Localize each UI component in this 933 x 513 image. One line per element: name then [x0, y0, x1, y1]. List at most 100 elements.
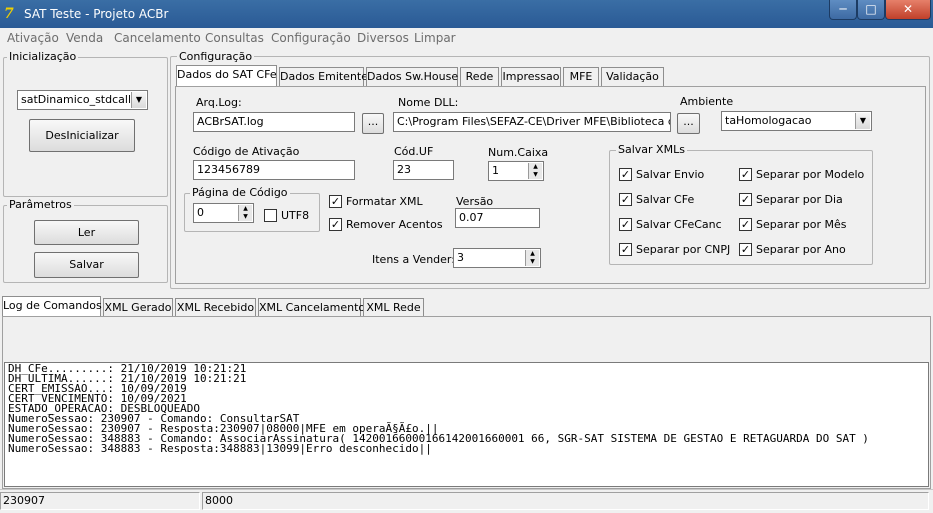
spin-arrows-icon[interactable]: ▲ ▼ [525, 250, 539, 266]
salvar-cfe-checkbox[interactable]: ✓ [619, 193, 632, 206]
minimize-button[interactable]: ─ [829, 0, 857, 20]
menu-ativacao[interactable]: Ativação [7, 31, 59, 45]
spin-arrows-icon[interactable]: ▲ ▼ [528, 163, 542, 179]
log-tabs: Log de Comandos XML Gerado XML Recebido … [2, 296, 931, 317]
pagina-codigo-value: 0 [197, 206, 204, 219]
menu-venda[interactable]: Venda [66, 31, 103, 45]
spin-arrows-icon[interactable]: ▲ ▼ [238, 205, 252, 221]
separar-ano-checkbox[interactable]: ✓ [739, 243, 752, 256]
ler-button[interactable]: Ler [34, 220, 139, 245]
arq-log-label: Arq.Log: [196, 96, 242, 109]
menu-configuracao[interactable]: Configuração [271, 31, 351, 45]
tab-impressao[interactable]: Impressao [501, 67, 561, 86]
versao-label: Versão [456, 195, 494, 208]
tab-rede[interactable]: Rede [460, 67, 499, 86]
versao-input[interactable]: 0.07 [455, 208, 540, 228]
cod-uf-label: Cód.UF [394, 145, 434, 158]
pagina-codigo-legend: Página de Código [190, 186, 290, 199]
ambiente-select[interactable]: taHomologacao ▼ [721, 111, 872, 131]
utf8-label: UTF8 [281, 209, 310, 222]
num-caixa-spinner[interactable]: 1 ▲ ▼ [488, 161, 544, 181]
configuracao-legend: Configuração [177, 50, 255, 63]
lib-select[interactable]: satDinamico_stdcall ▼ [17, 90, 148, 110]
codigo-ativacao-input[interactable]: 123456789 [193, 160, 355, 180]
checkmark-icon: ✓ [740, 243, 751, 256]
remover-acentos-checkbox[interactable]: ✓ [329, 218, 342, 231]
maximize-icon: □ [865, 2, 877, 16]
checkmark-icon: ✓ [620, 243, 631, 256]
remover-acentos-label: Remover Acentos [346, 218, 443, 231]
itens-vender-label: Itens a Vender: [372, 253, 455, 266]
menu-consultas[interactable]: Consultas [205, 31, 264, 45]
separar-mes-label: Separar por Mês [756, 218, 847, 231]
tab-mfe[interactable]: MFE [563, 67, 599, 86]
minimize-icon: ─ [839, 2, 847, 16]
separar-modelo-label: Separar por Modelo [756, 168, 865, 181]
menu-cancelamento[interactable]: Cancelamento [114, 31, 201, 45]
nome-dll-browse-button[interactable]: ... [677, 113, 700, 134]
formatar-xml-label: Formatar XML [346, 195, 423, 208]
checkmark-icon: ✓ [620, 193, 631, 206]
tab-dados-emitente[interactable]: Dados Emitente [279, 67, 368, 86]
ambiente-select-value: taHomologacao [725, 114, 812, 127]
chevron-down-icon[interactable]: ▼ [131, 92, 146, 108]
app-logo-icon[interactable]: 7 [4, 5, 22, 23]
utf8-checkbox[interactable] [264, 209, 277, 222]
tab-xml-cancelamento[interactable]: XML Cancelamento [258, 298, 365, 317]
codigo-ativacao-label: Código de Ativação [193, 145, 300, 158]
lib-select-value: satDinamico_stdcall [21, 93, 131, 106]
num-caixa-value: 1 [492, 164, 499, 177]
separar-mes-checkbox[interactable]: ✓ [739, 218, 752, 231]
menu-diversos[interactable]: Diversos [357, 31, 409, 45]
tab-xml-recebido[interactable]: XML Recebido [175, 298, 256, 317]
checkmark-icon: ✓ [740, 193, 751, 206]
tab-log-comandos[interactable]: Log de Comandos [2, 296, 102, 317]
tab-dados-sw-house[interactable]: Dados Sw.House [366, 67, 458, 86]
ambiente-label: Ambiente [680, 95, 734, 108]
salvar-cfe-label: Salvar CFe [636, 193, 695, 206]
close-icon: ✕ [902, 2, 914, 16]
checkmark-icon: ✓ [620, 168, 631, 181]
salvar-cfecanc-label: Salvar CFeCanc [636, 218, 722, 231]
formatar-xml-checkbox[interactable]: ✓ [329, 195, 342, 208]
chevron-down-icon[interactable]: ▼ [855, 113, 870, 129]
status-bar: 230907 8000 [0, 489, 933, 513]
menu-limpar[interactable]: Limpar [414, 31, 456, 45]
status-session: 230907 [0, 492, 200, 510]
num-caixa-label: Num.Caixa [488, 146, 549, 159]
parametros-legend: Parâmetros [7, 198, 74, 211]
nome-dll-label: Nome DLL: [398, 96, 459, 109]
arq-log-input[interactable]: ACBrSAT.log [193, 112, 355, 132]
tab-validacao[interactable]: Validação [601, 67, 664, 86]
tab-xml-gerado[interactable]: XML Gerado [103, 298, 173, 317]
tab-dados-sat-cfe[interactable]: Dados do SAT CFe [176, 65, 277, 86]
window-title: SAT Teste - Projeto ACBr [24, 7, 169, 21]
inicializacao-legend: Inicialização [7, 50, 79, 63]
arq-log-browse-button[interactable]: ... [362, 113, 384, 134]
desinicializar-button[interactable]: DesInicializar [29, 119, 135, 152]
separar-cnpj-checkbox[interactable]: ✓ [619, 243, 632, 256]
separar-dia-label: Separar por Dia [756, 193, 843, 206]
salvar-xmls-legend: Salvar XMLs [616, 143, 687, 156]
status-code: 8000 [202, 492, 929, 510]
log-textarea[interactable]: DH_CFe.........: 21/10/2019 10:21:21 DH_U… [4, 362, 929, 487]
pagina-codigo-spinner[interactable]: 0 ▲ ▼ [193, 203, 254, 223]
checkmark-icon: ✓ [330, 195, 341, 208]
maximize-button[interactable]: □ [857, 0, 885, 20]
salvar-cfecanc-checkbox[interactable]: ✓ [619, 218, 632, 231]
menu-bar: Ativação Venda Cancelamento Consultas Co… [0, 28, 933, 48]
tab-xml-rede[interactable]: XML Rede [363, 298, 424, 317]
cod-uf-input[interactable]: 23 [393, 160, 454, 180]
salvar-envio-checkbox[interactable]: ✓ [619, 168, 632, 181]
close-button[interactable]: ✕ [885, 0, 931, 20]
itens-vender-value: 3 [457, 251, 464, 264]
separar-dia-checkbox[interactable]: ✓ [739, 193, 752, 206]
checkmark-icon: ✓ [740, 168, 751, 181]
salvar-button[interactable]: Salvar [34, 252, 139, 278]
checkmark-icon: ✓ [620, 218, 631, 231]
itens-vender-spinner[interactable]: 3 ▲ ▼ [453, 248, 541, 268]
checkmark-icon: ✓ [740, 218, 751, 231]
config-tabs: Dados do SAT CFe Dados Emitente Dados Sw… [176, 65, 926, 87]
nome-dll-input[interactable]: C:\Program Files\SEFAZ-CE\Driver MFE\Bib… [393, 112, 671, 132]
separar-modelo-checkbox[interactable]: ✓ [739, 168, 752, 181]
